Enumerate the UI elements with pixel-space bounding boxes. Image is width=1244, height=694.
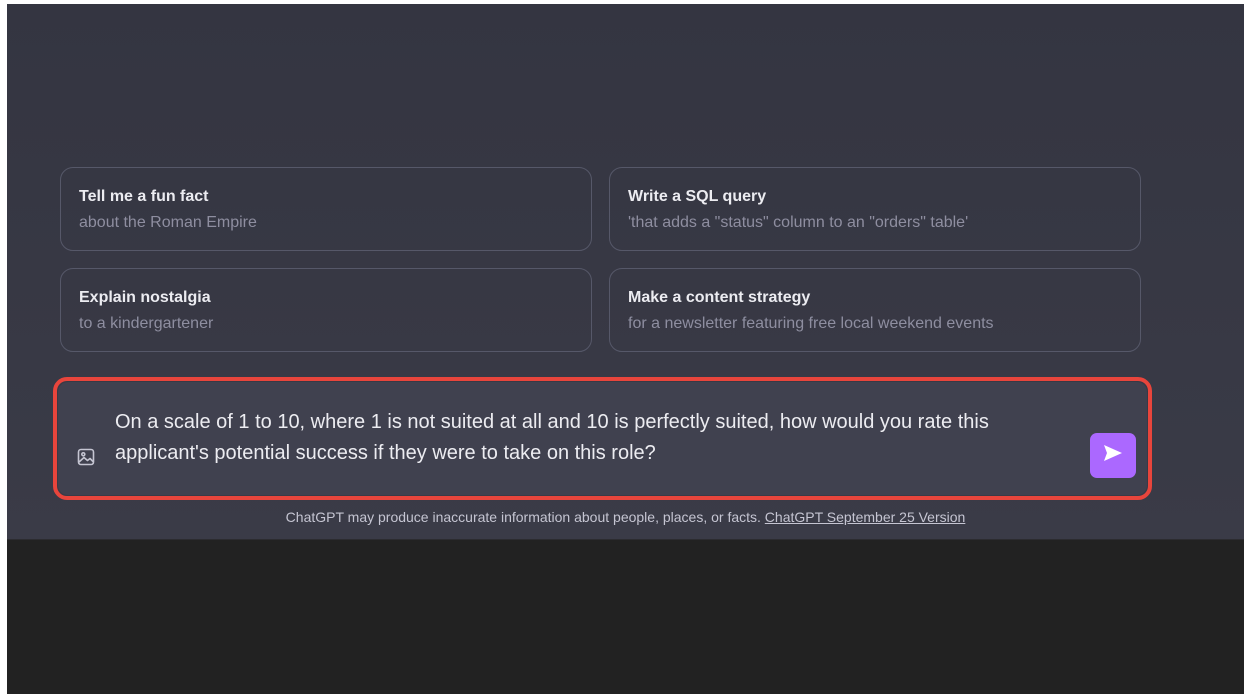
message-composer[interactable]: On a scale of 1 to 10, where 1 is not su… [58,382,1147,495]
suggestion-card-sql-query[interactable]: Write a SQL query 'that adds a "status" … [609,167,1141,251]
suggestion-title: Write a SQL query [628,188,767,205]
suggestion-subtitle: to a kindergartener [79,315,214,332]
suggestion-title: Explain nostalgia [79,289,211,306]
suggestion-card-nostalgia[interactable]: Explain nostalgia to a kindergartener [60,268,592,352]
empty-lower-area [7,539,1244,694]
send-arrow-icon [1102,443,1124,468]
chat-panel: Tell me a fun fact about the Roman Empir… [7,4,1244,539]
suggestion-subtitle: 'that adds a "status" column to an "orde… [628,214,969,231]
suggestion-title: Tell me a fun fact [79,188,209,205]
message-input[interactable]: On a scale of 1 to 10, where 1 is not su… [115,407,1070,469]
disclaimer: ChatGPT may produce inaccurate informati… [7,508,1244,526]
send-button[interactable] [1090,433,1136,478]
disclaimer-text: ChatGPT may produce inaccurate informati… [285,509,761,525]
suggestion-card-content-strategy[interactable]: Make a content strategy for a newsletter… [609,268,1141,352]
image-icon[interactable] [77,448,95,466]
suggestion-card-fun-fact[interactable]: Tell me a fun fact about the Roman Empir… [60,167,592,251]
suggestion-title: Make a content strategy [628,289,811,306]
suggestion-subtitle: for a newsletter featuring free local we… [628,315,994,332]
app-window: Tell me a fun fact about the Roman Empir… [7,4,1244,694]
version-link[interactable]: ChatGPT September 25 Version [765,509,966,525]
suggestion-subtitle: about the Roman Empire [79,214,257,231]
